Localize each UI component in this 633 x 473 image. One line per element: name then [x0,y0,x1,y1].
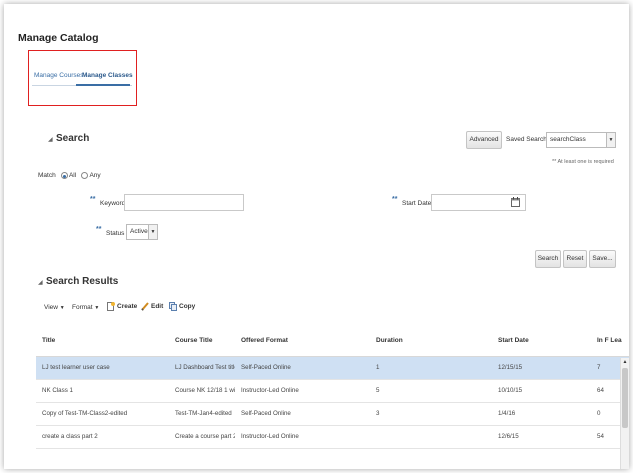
copy-icon [169,302,177,311]
pencil-icon [141,302,149,311]
chevron-down-icon: ▼ [606,133,615,147]
table-row[interactable]: Copy of Test-TM-Class2-edited Test-TM-Ja… [36,402,629,426]
match-all-label: All [68,172,77,180]
status-label: Status [106,230,125,237]
copy-label: Copy [179,303,196,311]
scrollbar-thumb[interactable] [622,368,628,428]
match-any-label: Any [89,172,101,180]
cell-duration [370,425,492,449]
copy-button[interactable]: Copy [169,302,195,311]
cell-start-date: 12/15/15 [492,356,591,380]
reset-button[interactable]: Reset [563,250,587,268]
cell-course-title: LJ Dashboard Test title [169,356,235,380]
status-value: Active [130,228,148,235]
collapse-results-icon[interactable]: ◢ [38,279,43,286]
tab-manage-classes[interactable]: Manage Classes [82,72,133,79]
scroll-up-icon[interactable]: ▲ [621,358,629,366]
saved-search-select[interactable]: searchClass ▼ [546,132,616,148]
chevron-down-icon: ▼ [59,305,65,311]
match-row: Match All Any [38,172,101,179]
active-tab-indicator [76,84,130,86]
column-header-title[interactable]: Title [36,326,169,357]
cell-title: create a class part 2 [36,425,169,449]
cell-offered-format: Instructor-Led Online [235,425,370,449]
results-scrollbar[interactable]: ▲ [620,358,629,469]
search-results-title: Search Results [46,276,119,287]
match-any-radio[interactable] [81,172,89,179]
chevron-down-icon: ▼ [148,225,157,239]
cell-offered-format: Self-Paced Online [235,402,370,426]
format-menu-label: Format [72,304,93,311]
cell-title: NK Class 1 [36,379,169,403]
collapse-search-icon[interactable]: ◢ [48,136,53,143]
cell-course-title: Course NK 12/18 1 wit... [169,379,235,403]
column-header-duration[interactable]: Duration [370,326,492,357]
cell-course-title: Test-TM-Jan4-edited [169,402,235,426]
cell-start-date: 10/10/15 [492,379,591,403]
view-menu-label: View [44,304,58,311]
required-marker: ** [96,226,102,233]
keyword-input[interactable] [124,194,244,211]
format-menu[interactable]: Format ▼ [72,304,99,311]
edit-label: Edit [151,303,164,311]
column-header-course-title[interactable]: Course Title [169,326,235,357]
tab-manage-courses[interactable]: Manage Courses [34,72,84,79]
required-marker: ** [90,196,96,203]
cell-course-title: Create a course part 2 [169,425,235,449]
search-section-title: Search [56,133,90,144]
cell-duration: 3 [370,402,492,426]
search-button[interactable]: Search [535,250,561,268]
match-label: Match [38,172,56,180]
status-select[interactable]: Active ▼ [126,224,158,240]
app-window: Manage Catalog Manage Courses Manage Cla… [4,4,629,469]
required-note: ** At least one is required [552,159,614,165]
table-row[interactable]: LJ test learner user case LJ Dashboard T… [36,356,629,380]
start-date-label: Start Date [402,200,432,207]
results-table: Title Course Title Offered Format Durati… [36,326,629,449]
create-icon [107,302,115,311]
saved-search-label: Saved Search [506,136,547,143]
page-title: Manage Catalog [18,32,99,44]
edit-button[interactable]: Edit [141,302,163,311]
view-menu[interactable]: View ▼ [44,304,65,311]
cell-title: LJ test learner user case [36,356,169,380]
save-button[interactable]: Save... [589,250,616,268]
table-row[interactable]: create a class part 2 Create a course pa… [36,425,629,449]
cell-duration: 1 [370,356,492,380]
cell-title: Copy of Test-TM-Class2-edited [36,402,169,426]
table-header-row: Title Course Title Offered Format Durati… [36,326,629,357]
create-button[interactable]: Create [107,302,137,311]
column-header-start-date[interactable]: Start Date [492,326,591,357]
cell-duration: 5 [370,379,492,403]
column-header-offered-format[interactable]: Offered Format [235,326,370,357]
keyword-label: Keyword [100,200,126,207]
cell-start-date: 1/4/16 [492,402,591,426]
column-header-in-progress-learners[interactable]: In F Lea [591,326,629,357]
cell-offered-format: Instructor-Led Online [235,379,370,403]
cell-offered-format: Self-Paced Online [235,356,370,380]
advanced-button[interactable]: Advanced [466,131,502,149]
cell-start-date: 12/6/15 [492,425,591,449]
required-marker: ** [392,196,398,203]
saved-search-value: searchClass [550,136,586,143]
match-all-radio[interactable] [60,172,68,179]
create-label: Create [117,303,138,311]
chevron-down-icon: ▼ [94,305,100,311]
table-row[interactable]: NK Class 1 Course NK 12/18 1 wit... Inst… [36,379,629,403]
calendar-icon[interactable] [511,197,520,207]
